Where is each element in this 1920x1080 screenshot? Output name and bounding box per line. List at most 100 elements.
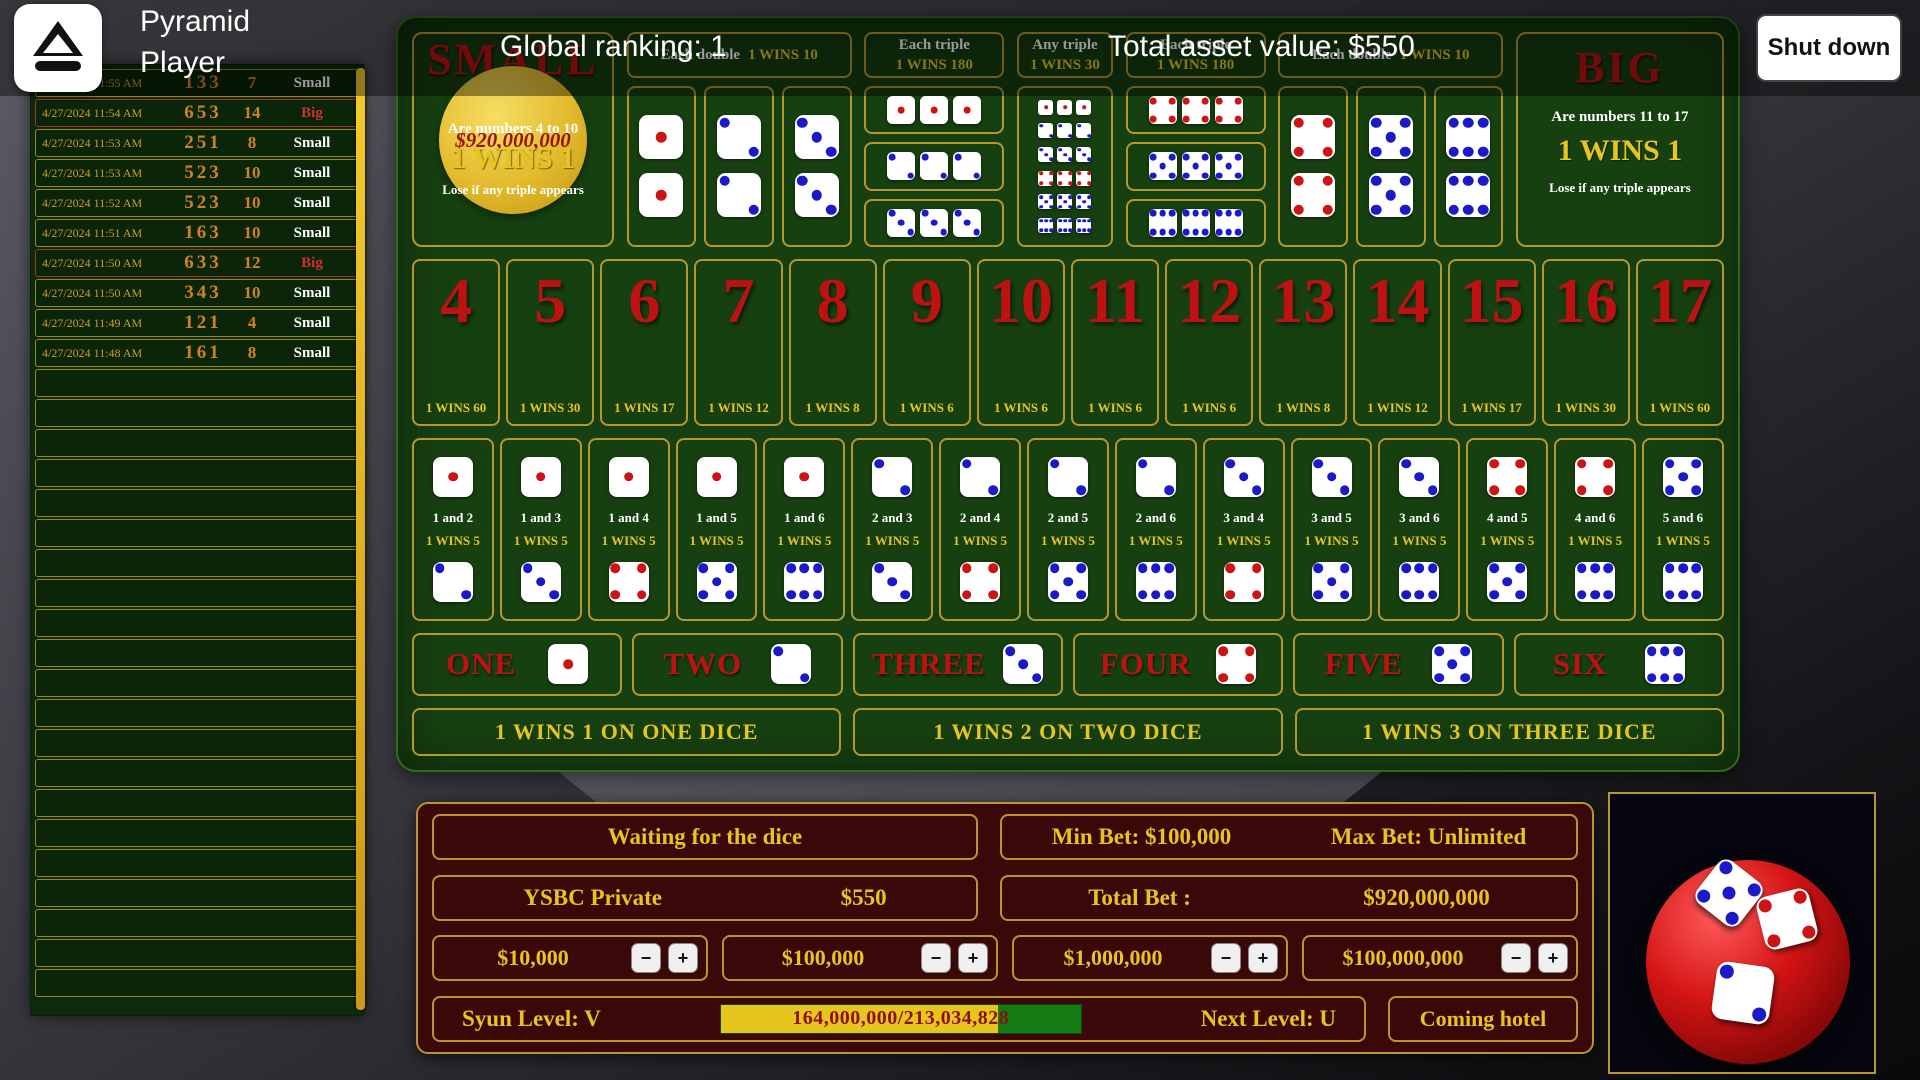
total-number: 7 bbox=[722, 271, 754, 332]
chip-minus-button[interactable]: − bbox=[1501, 943, 1531, 973]
bet-combo-1-2[interactable]: 1 and 21 WINS 5 bbox=[412, 438, 494, 621]
bet-total-14[interactable]: 141 WINS 12 bbox=[1353, 259, 1441, 426]
bet-total-15[interactable]: 151 WINS 17 bbox=[1448, 259, 1536, 426]
die-face-4 bbox=[960, 562, 1000, 602]
die-face-6 bbox=[1076, 218, 1091, 233]
chip-plus-button[interactable]: + bbox=[1538, 943, 1568, 973]
bet-total-10[interactable]: 101 WINS 6 bbox=[977, 259, 1065, 426]
bet-combo-3-6[interactable]: 3 and 61 WINS 5 bbox=[1378, 438, 1460, 621]
combo-odds: 1 WINS 5 bbox=[865, 533, 919, 549]
chip-denom-2[interactable]: $100,000−+ bbox=[722, 935, 998, 981]
bet-total-12[interactable]: 121 WINS 6 bbox=[1165, 259, 1253, 426]
chip-minus-button[interactable]: − bbox=[921, 943, 951, 973]
chip-denom-3[interactable]: $1,000,000−+ bbox=[1012, 935, 1288, 981]
bet-combo-1-6[interactable]: 1 and 61 WINS 5 bbox=[763, 438, 845, 621]
die-face-5 bbox=[1149, 152, 1177, 180]
bet-combo-1-5[interactable]: 1 and 51 WINS 5 bbox=[676, 438, 758, 621]
die-dot bbox=[1502, 577, 1512, 587]
chip-plus-button[interactable]: + bbox=[1248, 943, 1278, 973]
bet-total-8[interactable]: 81 WINS 8 bbox=[789, 259, 877, 426]
chip-minus-button[interactable]: − bbox=[1211, 943, 1241, 973]
die-dot bbox=[1577, 485, 1587, 495]
die-face-6 bbox=[1136, 562, 1176, 602]
die-face-2 bbox=[1136, 457, 1176, 497]
bet-total-4[interactable]: 41 WINS 60 bbox=[412, 259, 500, 426]
chip-denom-4[interactable]: $100,000,000−+ bbox=[1302, 935, 1578, 981]
die-dot bbox=[931, 107, 938, 114]
coming-hotel-button[interactable]: Coming hotel bbox=[1388, 996, 1578, 1042]
bet-combo-2-6[interactable]: 2 and 61 WINS 5 bbox=[1115, 438, 1197, 621]
bet-combo-4-6[interactable]: 4 and 61 WINS 5 bbox=[1554, 438, 1636, 621]
die-dot bbox=[988, 564, 998, 574]
bet-total-16[interactable]: 161 WINS 30 bbox=[1542, 259, 1630, 426]
die-dot bbox=[1400, 176, 1411, 187]
bet-total-7[interactable]: 71 WINS 12 bbox=[694, 259, 782, 426]
die-face-2 bbox=[1048, 457, 1088, 497]
bet-double-4[interactable] bbox=[1278, 86, 1348, 247]
bet-total-17[interactable]: 171 WINS 60 bbox=[1636, 259, 1724, 426]
bet-combo-2-3[interactable]: 2 and 31 WINS 5 bbox=[851, 438, 933, 621]
bet-combo-5-6[interactable]: 5 and 61 WINS 5 bbox=[1642, 438, 1724, 621]
control-panel: Waiting for the dice Min Bet: $100,000 M… bbox=[416, 802, 1594, 1054]
any-triple-panel[interactable] bbox=[1017, 86, 1113, 247]
bet-triple-2[interactable] bbox=[864, 142, 1004, 190]
bet-combo-3-5[interactable]: 3 and 51 WINS 5 bbox=[1291, 438, 1373, 621]
die-dot bbox=[1322, 118, 1333, 129]
bet-single-3[interactable]: THREE bbox=[853, 633, 1063, 697]
bet-combo-2-5[interactable]: 2 and 51 WINS 5 bbox=[1027, 438, 1109, 621]
chip-plus-button[interactable]: + bbox=[958, 943, 988, 973]
die-dot bbox=[1723, 909, 1741, 927]
chip-denom-1[interactable]: $10,000−+ bbox=[432, 935, 708, 981]
bet-combo-2-4[interactable]: 2 and 41 WINS 5 bbox=[939, 438, 1021, 621]
bet-total-9[interactable]: 91 WINS 6 bbox=[883, 259, 971, 426]
bet-triple-3[interactable] bbox=[864, 199, 1004, 247]
bet-double-6[interactable] bbox=[1434, 86, 1504, 247]
bet-single-1[interactable]: ONE bbox=[412, 633, 622, 697]
die-dot bbox=[1691, 564, 1701, 574]
die-face-4 bbox=[1076, 171, 1091, 186]
bet-double-5[interactable] bbox=[1356, 86, 1426, 247]
bet-total-11[interactable]: 111 WINS 6 bbox=[1071, 259, 1159, 426]
bet-single-4[interactable]: FOUR bbox=[1073, 633, 1283, 697]
bet-combo-4-5[interactable]: 4 and 51 WINS 5 bbox=[1466, 438, 1548, 621]
die-dot bbox=[1478, 147, 1489, 158]
die-face-6 bbox=[1399, 562, 1439, 602]
bet-total-13[interactable]: 131 WINS 8 bbox=[1259, 259, 1347, 426]
bet-double-1[interactable] bbox=[627, 86, 697, 247]
total-number: 9 bbox=[911, 271, 943, 332]
die-face-3 bbox=[920, 209, 948, 237]
total-number: 12 bbox=[1177, 271, 1241, 332]
history-row: 4/27/2024 11:53 AM52310Small bbox=[35, 159, 359, 187]
die-dot bbox=[1461, 673, 1471, 683]
die-dot bbox=[1138, 459, 1148, 469]
die-dot bbox=[1202, 229, 1209, 236]
bet-total-6[interactable]: 61 WINS 17 bbox=[600, 259, 688, 426]
bet-combo-1-4[interactable]: 1 and 41 WINS 5 bbox=[588, 438, 670, 621]
die-dot bbox=[1665, 459, 1675, 469]
history-scrollbar[interactable] bbox=[356, 68, 365, 1010]
die-dot bbox=[1216, 172, 1223, 179]
bet-triple-6[interactable] bbox=[1126, 199, 1266, 247]
history-row: 4/27/2024 11:52 AM52310Small bbox=[35, 189, 359, 217]
die-face-2 bbox=[771, 644, 811, 684]
shutdown-button[interactable]: Shut down bbox=[1756, 14, 1902, 82]
bet-single-6[interactable]: SIX bbox=[1514, 633, 1724, 697]
bet-double-3[interactable] bbox=[782, 86, 852, 247]
bet-single-5[interactable]: FIVE bbox=[1293, 633, 1503, 697]
die-dot bbox=[1169, 154, 1176, 161]
bet-double-2[interactable] bbox=[704, 86, 774, 247]
bet-triple-5[interactable] bbox=[1126, 142, 1266, 190]
bet-combo-1-3[interactable]: 1 and 31 WINS 5 bbox=[500, 438, 582, 621]
chip-minus-button[interactable]: − bbox=[631, 943, 661, 973]
die-face-4 bbox=[1216, 644, 1256, 684]
bet-single-2[interactable]: TWO bbox=[632, 633, 842, 697]
die-dot bbox=[1068, 219, 1072, 223]
bet-combo-3-4[interactable]: 3 and 41 WINS 5 bbox=[1203, 438, 1285, 621]
die-dot bbox=[1691, 485, 1701, 495]
bet-total-5[interactable]: 51 WINS 30 bbox=[506, 259, 594, 426]
die-dot bbox=[1371, 176, 1382, 187]
combo-odds: 1 WINS 5 bbox=[1392, 533, 1446, 549]
chip-plus-button[interactable]: + bbox=[668, 943, 698, 973]
history-size: Big bbox=[272, 105, 352, 122]
die-dot bbox=[1516, 459, 1526, 469]
